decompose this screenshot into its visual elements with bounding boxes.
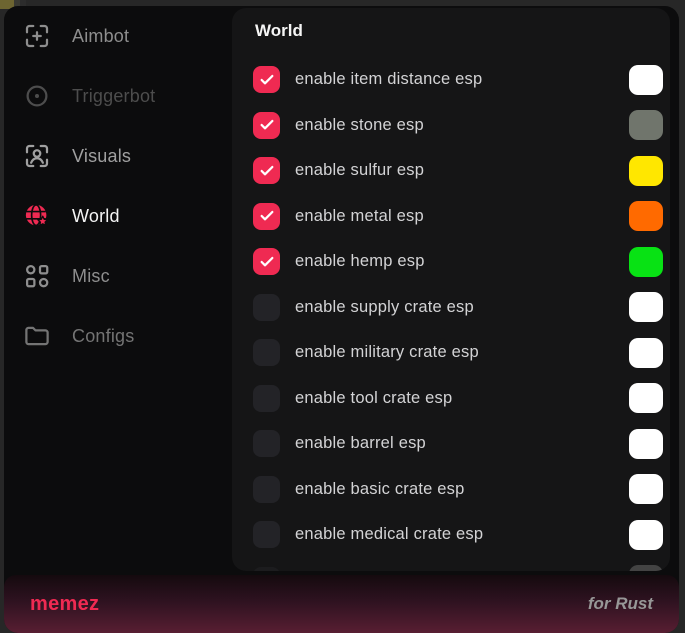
esp-checkbox[interactable] [253,430,280,457]
esp-option-row: enable metal esp [232,194,670,240]
sidebar-item-visuals[interactable]: Visuals [4,126,228,186]
esp-options-list: enable item distance esp enable stone es… [232,57,670,571]
esp-color-swatch[interactable] [629,338,663,368]
esp-option-row: enable medical crate esp [232,512,670,558]
sidebar: Aimbot Triggerbot Visual [4,6,228,366]
esp-color-swatch[interactable] [629,156,663,186]
sidebar-item-world[interactable]: World [4,186,228,246]
esp-option-row: enable supply crate esp [232,285,670,331]
sidebar-item-aimbot[interactable]: Aimbot [4,6,228,66]
sidebar-item-label: World [72,206,120,227]
esp-checkbox[interactable] [253,294,280,321]
esp-option-label: enable basic crate esp [295,480,465,499]
esp-checkbox[interactable] [253,157,280,184]
esp-option-row [232,558,670,572]
configs-folder-icon [22,321,52,351]
esp-checkbox[interactable] [253,476,280,503]
esp-color-swatch[interactable] [629,110,663,140]
world-settings-panel: World enable item distance esp enable st… [232,8,670,571]
sidebar-item-label: Triggerbot [72,86,155,107]
checkmark-icon [259,72,275,88]
screenshot-root: Aimbot Triggerbot Visual [0,0,685,633]
esp-option-row: enable military crate esp [232,330,670,376]
esp-option-label: enable item distance esp [295,70,482,89]
esp-option-row: enable basic crate esp [232,467,670,513]
brand-name: memez [30,593,99,616]
esp-option-row: enable stone esp [232,103,670,149]
footer-bar: memez for Rust [4,575,679,633]
esp-color-swatch[interactable] [629,201,663,231]
sidebar-item-label: Configs [72,326,134,347]
aimbot-crosshair-icon [22,21,52,51]
world-globe-star-icon [22,201,52,231]
esp-option-row: enable hemp esp [232,239,670,285]
esp-color-swatch[interactable] [629,383,663,413]
triggerbot-target-icon [22,81,52,111]
sidebar-item-label: Aimbot [72,26,129,47]
sidebar-item-label: Misc [72,266,110,287]
checkmark-icon [259,163,275,179]
sidebar-item-configs[interactable]: Configs [4,306,228,366]
esp-option-label: enable metal esp [295,207,424,226]
esp-color-swatch[interactable] [629,565,663,571]
sidebar-item-misc[interactable]: Misc [4,246,228,306]
esp-option-row: enable tool crate esp [232,376,670,422]
esp-option-label: enable sulfur esp [295,161,424,180]
misc-categories-icon [22,261,52,291]
checkmark-icon [259,208,275,224]
esp-checkbox[interactable] [253,385,280,412]
brand-tagline: for Rust [588,594,653,614]
esp-checkbox[interactable] [253,248,280,275]
esp-checkbox[interactable] [253,339,280,366]
esp-option-label: enable medical crate esp [295,525,483,544]
cheat-menu-window: Aimbot Triggerbot Visual [4,6,679,633]
checkmark-icon [259,254,275,270]
esp-checkbox[interactable] [253,203,280,230]
esp-option-label: enable stone esp [295,116,424,135]
visuals-player-scan-icon [22,141,52,171]
esp-color-swatch[interactable] [629,292,663,322]
esp-option-label: enable military crate esp [295,343,479,362]
esp-color-swatch[interactable] [629,65,663,95]
esp-checkbox[interactable] [253,66,280,93]
checkmark-icon [259,117,275,133]
esp-checkbox[interactable] [253,521,280,548]
esp-option-row: enable item distance esp [232,57,670,103]
esp-checkbox[interactable] [253,112,280,139]
esp-color-swatch[interactable] [629,474,663,504]
sidebar-item-label: Visuals [72,146,131,167]
panel-title: World [255,21,303,41]
esp-option-label: enable barrel esp [295,434,426,453]
esp-option-label: enable supply crate esp [295,298,474,317]
esp-color-swatch[interactable] [629,520,663,550]
esp-color-swatch[interactable] [629,247,663,277]
esp-option-row: enable barrel esp [232,421,670,467]
sidebar-item-triggerbot[interactable]: Triggerbot [4,66,228,126]
esp-option-label: enable tool crate esp [295,389,452,408]
esp-option-row: enable sulfur esp [232,148,670,194]
esp-checkbox[interactable] [253,567,280,571]
esp-option-label: enable hemp esp [295,252,425,271]
esp-color-swatch[interactable] [629,429,663,459]
